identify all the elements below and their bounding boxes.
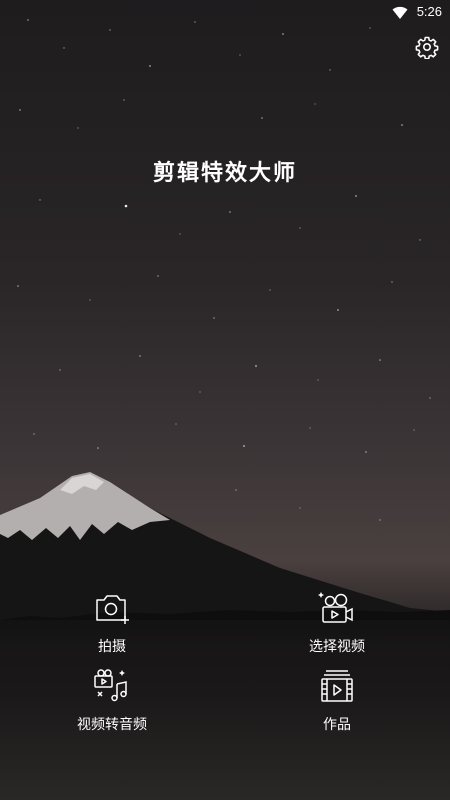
film-works-icon <box>317 666 357 706</box>
status-bar: 5:26 <box>0 0 450 24</box>
works-button[interactable]: 作品 <box>277 666 397 734</box>
settings-button[interactable] <box>414 36 440 62</box>
select-video-button[interactable]: 选择视频 <box>277 588 397 656</box>
select-video-label: 选择视频 <box>309 639 365 655</box>
app-title: 剪辑特效大师 <box>152 161 297 186</box>
works-label: 作品 <box>323 717 351 733</box>
video-to-audio-label: 视频转音频 <box>77 717 147 733</box>
shoot-button[interactable]: 拍摄 <box>52 588 172 656</box>
video-to-audio-button[interactable]: 视频转音频 <box>52 666 172 734</box>
wifi-icon <box>392 5 408 19</box>
shoot-label: 拍摄 <box>98 639 126 655</box>
camera-add-icon <box>92 588 132 628</box>
gear-icon <box>415 35 439 63</box>
video-to-audio-icon <box>92 666 132 706</box>
status-time: 5:26 <box>416 4 442 19</box>
video-camera-icon <box>317 588 357 628</box>
